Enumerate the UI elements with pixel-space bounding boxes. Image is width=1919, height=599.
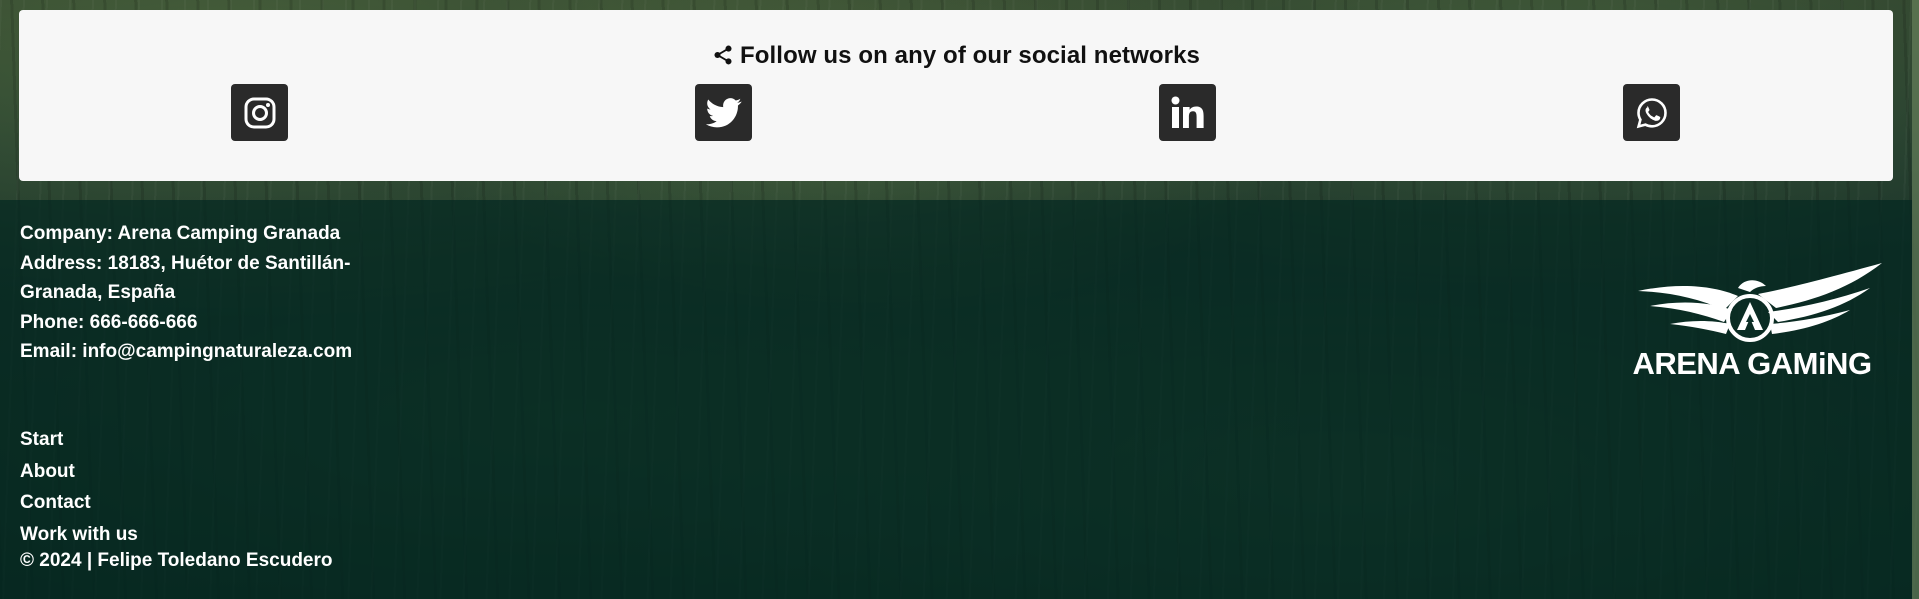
social-title-text: Follow us on any of our social networks — [740, 42, 1200, 69]
footer-nav: Start About Contact Work with us — [20, 424, 138, 550]
nav-link-work-with-us[interactable]: Work with us — [20, 519, 138, 551]
twitter-button[interactable] — [695, 84, 752, 141]
social-heading: Follow us on any of our social networks — [19, 42, 1893, 70]
twitter-icon — [705, 97, 742, 129]
share-icon — [712, 44, 734, 66]
social-networks-card: Follow us on any of our social networks — [19, 10, 1893, 181]
instagram-button[interactable] — [231, 84, 288, 141]
arena-gaming-logo: ARENA GAMiNG — [1620, 258, 1885, 383]
nav-link-start[interactable]: Start — [20, 424, 138, 456]
instagram-icon — [243, 96, 277, 130]
company-address-line1: Address: 18183, Huétor de Santillán- — [20, 252, 351, 274]
whatsapp-button[interactable] — [1623, 84, 1680, 141]
company-email: Email: info@campingnaturaleza.com — [20, 341, 353, 362]
copyright-text: © 2024 | Felipe Toledano Escudero — [20, 550, 333, 571]
company-name: Company: Arena Camping Granada — [20, 223, 341, 244]
company-phone: Phone: 666-666-666 — [20, 311, 198, 333]
scrollbar-edge — [1912, 0, 1919, 599]
company-info: Company: Arena Camping Granada Address: … — [20, 219, 390, 367]
whatsapp-icon — [1635, 96, 1669, 130]
linkedin-icon — [1170, 95, 1206, 131]
nav-link-contact[interactable]: Contact — [20, 487, 138, 519]
logo-text: ARENA GAMiNG — [1632, 346, 1871, 381]
linkedin-button[interactable] — [1159, 84, 1216, 141]
company-address-line2: Granada, España — [20, 282, 176, 303]
nav-link-about[interactable]: About — [20, 456, 138, 488]
